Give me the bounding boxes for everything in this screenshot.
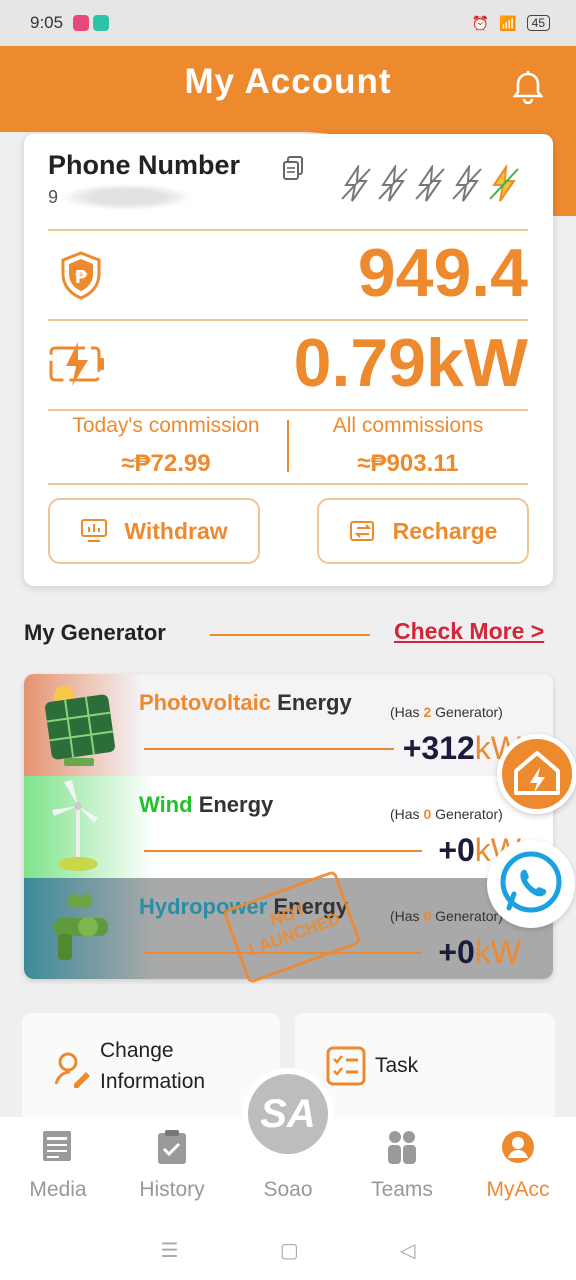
battery-icon: 45 xyxy=(526,15,550,31)
solar-panel-icon xyxy=(45,686,115,766)
bell-icon[interactable] xyxy=(508,68,548,108)
nav-soao-label: Soao xyxy=(263,1178,313,1201)
divider xyxy=(48,319,528,321)
generator-count: (Has 0 Generator) xyxy=(390,908,503,924)
withdraw-icon xyxy=(81,519,108,542)
nav-history-label: History xyxy=(139,1178,205,1201)
copy-icon[interactable] xyxy=(281,155,305,181)
home-power-fab[interactable] xyxy=(497,734,576,814)
newspaper-icon xyxy=(43,1131,71,1161)
peso-shield-icon: ₱ xyxy=(58,250,104,300)
generator-row-wind[interactable]: Wind Energy (Has 0 Generator) +0kW xyxy=(24,776,553,878)
edit-user-icon xyxy=(50,1048,94,1092)
divider xyxy=(48,229,528,231)
nav-media[interactable]: Media xyxy=(8,1128,108,1202)
bolt-icon xyxy=(452,165,482,202)
all-commissions-label: All commissions xyxy=(332,414,484,437)
whatsapp-icon xyxy=(500,851,562,913)
task-list-icon xyxy=(325,1045,367,1087)
svg-text:₱: ₱ xyxy=(75,267,88,288)
center-logo-text: SA xyxy=(260,1091,316,1136)
status-bar: 9:05 ⏰ 📶 45 xyxy=(0,0,576,46)
power-value: 0.79kW xyxy=(293,325,528,401)
generator-line xyxy=(144,748,394,750)
section-line xyxy=(210,634,370,636)
generator-name: Photovoltaic xyxy=(139,690,272,715)
generator-count: (Has 2 Generator) xyxy=(390,704,503,720)
nav-myacc-label: MyAcc xyxy=(486,1178,550,1201)
nav-myacc[interactable]: MyAcc xyxy=(468,1128,568,1202)
change-information-label: Change Information xyxy=(100,1039,206,1093)
back-icon[interactable]: ◁ xyxy=(400,1238,415,1263)
bolt-icon xyxy=(378,165,408,202)
stats-divider xyxy=(287,420,289,472)
generator-output: +0kW xyxy=(438,934,521,970)
divider xyxy=(48,483,528,485)
bolt-icon xyxy=(341,165,371,202)
level-bolts xyxy=(340,165,530,203)
nav-media-label: Media xyxy=(29,1178,87,1201)
divider xyxy=(48,409,528,411)
recharge-button[interactable]: Recharge xyxy=(317,498,529,564)
user-circle-icon xyxy=(502,1131,534,1163)
home-icon[interactable]: ▢ xyxy=(280,1238,299,1263)
menu-icon[interactable]: ☰ xyxy=(161,1238,179,1263)
recharge-icon xyxy=(349,521,374,541)
page-title: My Account xyxy=(184,62,392,101)
withdraw-button[interactable]: Withdraw xyxy=(48,498,260,564)
house-bolt-icon xyxy=(514,751,560,795)
recharge-label: Recharge xyxy=(392,517,498,544)
todays-commission-label: Today's commission xyxy=(72,414,260,437)
task-label: Task xyxy=(375,1054,419,1077)
generator-section-title: My Generator xyxy=(24,620,166,645)
whatsapp-fab[interactable] xyxy=(487,840,575,928)
water-tap-icon xyxy=(54,893,108,960)
balance-value: 949.4 xyxy=(357,235,528,311)
phone-number-blur xyxy=(62,184,192,210)
status-time: 9:05 xyxy=(30,13,64,32)
withdraw-label: Withdraw xyxy=(124,517,228,544)
todays-commission-value: ≈₱72.99 xyxy=(121,450,211,477)
all-commissions-value: ≈₱903.11 xyxy=(357,450,459,477)
phone-number-value: 9 xyxy=(48,187,59,207)
generator-line xyxy=(144,850,422,852)
system-nav-bar: ☰ ▢ ◁ xyxy=(0,1220,576,1280)
wifi-icon: 📶 xyxy=(499,14,517,31)
phone-number-label: Phone Number xyxy=(48,150,241,180)
generator-suffix: Energy xyxy=(198,792,274,817)
bolt-active-icon xyxy=(489,165,519,202)
nav-history[interactable]: History xyxy=(122,1128,222,1202)
chat-notification-icon xyxy=(93,15,110,31)
nav-soao[interactable]: Soao xyxy=(238,1178,338,1202)
center-logo[interactable]: SA xyxy=(242,1068,334,1160)
battery-charge-icon xyxy=(48,338,108,390)
clipboard-check-icon xyxy=(158,1130,186,1164)
alarm-icon: ⏰ xyxy=(471,14,490,31)
bolt-icon xyxy=(415,165,445,202)
generator-row-photovoltaic[interactable]: Photovoltaic Energy (Has 2 Generator) +3… xyxy=(24,674,553,776)
app-notification-icon xyxy=(73,15,90,31)
teams-icon xyxy=(388,1131,416,1164)
check-more-link[interactable]: Check More > xyxy=(394,618,544,645)
generator-name: Wind xyxy=(139,792,193,817)
wind-turbine-icon xyxy=(52,780,98,871)
nav-teams[interactable]: Teams xyxy=(352,1128,452,1202)
generator-count: (Has 0 Generator) xyxy=(390,806,503,822)
generator-suffix: Energy xyxy=(277,690,352,715)
nav-teams-label: Teams xyxy=(371,1178,433,1201)
